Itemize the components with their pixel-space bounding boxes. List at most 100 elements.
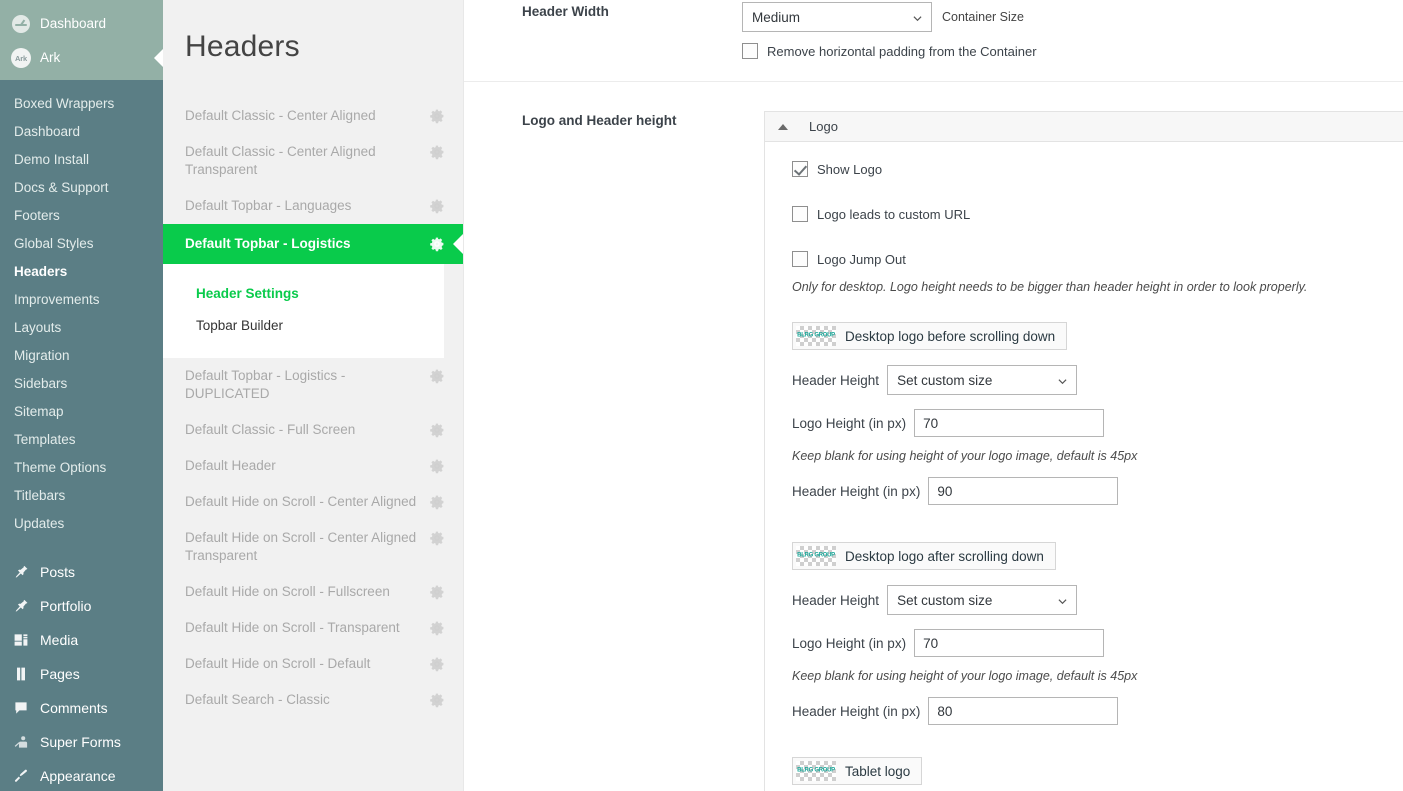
header-width-select[interactable]: Medium	[742, 2, 932, 32]
sidebar-item-migration[interactable]: Migration	[0, 341, 163, 369]
remove-padding-checkbox[interactable]	[742, 43, 758, 59]
header-list-item[interactable]: Default Hide on Scroll - Center Aligned	[163, 484, 463, 520]
sidebar-item-portfolio[interactable]: Portfolio	[0, 589, 163, 623]
gear-icon[interactable]	[429, 236, 445, 252]
logo-jump-out-checkbox[interactable]	[792, 251, 808, 267]
header-list-item[interactable]: Default Topbar - Logistics - DUPLICATED	[163, 358, 463, 412]
gear-icon[interactable]	[429, 494, 445, 510]
sidebar-item-label: Comments	[40, 700, 108, 716]
gear-icon[interactable]	[429, 458, 445, 474]
sub-link-header-settings[interactable]: Header Settings	[163, 278, 444, 310]
pages-icon	[10, 666, 32, 682]
sidebar-item-sitemap[interactable]: Sitemap	[0, 397, 163, 425]
sidebar-item-comments[interactable]: Comments	[0, 691, 163, 725]
header-list-item[interactable]: Default Hide on Scroll - Fullscreen	[163, 574, 463, 610]
gear-icon[interactable]	[429, 620, 445, 636]
header-item-label: Default Header	[185, 458, 276, 473]
sidebar-item-sidebars[interactable]: Sidebars	[0, 369, 163, 397]
header-item-label: Default Topbar - Logistics	[185, 236, 351, 251]
header-list-item[interactable]: Default Hide on Scroll - Center Aligned …	[163, 520, 463, 574]
header-list-item[interactable]: Default Classic - Center Aligned Transpa…	[163, 134, 463, 188]
logo-height-note: Keep blank for using height of your logo…	[792, 669, 1138, 683]
tablet-logo-upload-button[interactable]: BLRG GROUP Tablet logo	[792, 757, 923, 785]
gear-icon[interactable]	[429, 144, 445, 160]
sidebar-item-pages[interactable]: Pages	[0, 657, 163, 691]
upload-button-label: Tablet logo	[845, 763, 911, 779]
sidebar-item-super-forms[interactable]: Super Forms	[0, 725, 163, 759]
sidebar-item-ark[interactable]: Ark Ark	[0, 40, 163, 76]
gear-icon[interactable]	[429, 422, 445, 438]
sidebar-item-docs-support[interactable]: Docs & Support	[0, 173, 163, 201]
sidebar-item-global-styles[interactable]: Global Styles	[0, 229, 163, 257]
header-height-px-input[interactable]	[928, 697, 1119, 725]
sidebar-item-label: Ark	[40, 50, 61, 66]
desktop-logo-before-upload-button[interactable]: BLRG GROUP Desktop logo before scrolling…	[792, 322, 1068, 350]
header-list-item-active[interactable]: Default Topbar - Logistics	[163, 224, 463, 264]
sub-link-topbar-builder[interactable]: Topbar Builder	[163, 310, 444, 342]
sidebar-item-boxed-wrappers[interactable]: Boxed Wrappers	[0, 89, 163, 117]
sidebar-item-theme-options[interactable]: Theme Options	[0, 453, 163, 481]
sidebar-item-label: Portfolio	[40, 598, 92, 614]
sidebar-item-titlebars[interactable]: Titlebars	[0, 481, 163, 509]
header-item-label: Default Hide on Scroll - Center Aligned	[185, 494, 417, 509]
submenu-label: Updates	[14, 515, 65, 531]
sidebar-item-templates[interactable]: Templates	[0, 425, 163, 453]
logo-custom-url-checkbox[interactable]	[792, 206, 808, 222]
sidebar-item-layouts[interactable]: Layouts	[0, 313, 163, 341]
header-item-label: Default Hide on Scroll - Default	[185, 656, 371, 671]
sidebar-item-media[interactable]: Media	[0, 623, 163, 657]
header-list-item[interactable]: Default Classic - Center Aligned	[163, 98, 463, 134]
logo-custom-url-row[interactable]: Logo leads to custom URL	[792, 206, 1403, 222]
header-height-select[interactable]: Set custom size	[887, 585, 1078, 615]
header-width-select-wrap: Medium	[742, 2, 932, 32]
logo-height-label: Logo Height (in px)	[792, 415, 907, 431]
sidebar-item-updates[interactable]: Updates	[0, 509, 163, 537]
header-height-select[interactable]: Set custom size	[887, 365, 1078, 395]
sidebar-item-label: Appearance	[40, 768, 116, 784]
logo-height-input[interactable]	[914, 629, 1105, 657]
sidebar-item-headers[interactable]: Headers	[0, 257, 163, 285]
active-pointer-icon	[453, 233, 463, 255]
header-list-item[interactable]: Default Header	[163, 448, 463, 484]
gear-icon[interactable]	[429, 656, 445, 672]
gear-icon[interactable]	[429, 108, 445, 124]
gear-icon[interactable]	[429, 692, 445, 708]
sidebar-item-demo-install[interactable]: Demo Install	[0, 145, 163, 173]
gear-icon[interactable]	[429, 368, 445, 384]
sidebar-item-posts[interactable]: Posts	[0, 555, 163, 589]
header-item-label: Default Topbar - Languages	[185, 198, 352, 213]
pin-icon	[10, 598, 32, 614]
sidebar-item-appearance[interactable]: Appearance	[0, 759, 163, 791]
gear-icon[interactable]	[429, 530, 445, 546]
header-height-px-input[interactable]	[928, 477, 1119, 505]
sidebar-item-label: Dashboard	[40, 16, 107, 32]
header-item-label: Default Search - Classic	[185, 692, 330, 707]
logo-block-tablet: BLRG GROUP Tablet logo	[792, 757, 1403, 786]
logo-height-input[interactable]	[914, 409, 1105, 437]
header-list-item[interactable]: Default Topbar - Languages	[163, 188, 463, 224]
pin-icon	[10, 564, 32, 580]
gear-icon[interactable]	[429, 584, 445, 600]
show-logo-checkbox[interactable]	[792, 161, 808, 177]
logo-panel-body: Show Logo Logo leads to custom URL Logo …	[765, 142, 1403, 791]
sidebar-item-label: Super Forms	[40, 734, 121, 750]
sub-link-label: Topbar Builder	[196, 318, 284, 333]
desktop-logo-after-upload-button[interactable]: BLRG GROUP Desktop logo after scrolling …	[792, 542, 1056, 570]
logo-jump-out-row[interactable]: Logo Jump Out	[792, 251, 1403, 267]
header-list-item[interactable]: Default Search - Classic	[163, 682, 463, 718]
header-list-item[interactable]: Default Hide on Scroll - Default	[163, 646, 463, 682]
ark-badge-icon: Ark	[10, 48, 32, 68]
sidebar-item-footers[interactable]: Footers	[0, 201, 163, 229]
show-logo-label: Show Logo	[817, 161, 883, 177]
sidebar-item-dashboard[interactable]: Dashboard	[0, 8, 163, 40]
logo-panel-header[interactable]: Logo	[765, 112, 1403, 142]
sidebar-item-dashboard-sub[interactable]: Dashboard	[0, 117, 163, 145]
sidebar-item-improvements[interactable]: Improvements	[0, 285, 163, 313]
header-height-select-wrap: Set custom size	[887, 365, 1078, 395]
gear-icon[interactable]	[429, 198, 445, 214]
show-logo-row[interactable]: Show Logo	[792, 161, 1403, 177]
submenu-label: Sidebars	[14, 375, 68, 391]
remove-padding-checkbox-row[interactable]: Remove horizontal padding from the Conta…	[742, 43, 1403, 59]
header-list-item[interactable]: Default Classic - Full Screen	[163, 412, 463, 448]
header-list-item[interactable]: Default Hide on Scroll - Transparent	[163, 610, 463, 646]
